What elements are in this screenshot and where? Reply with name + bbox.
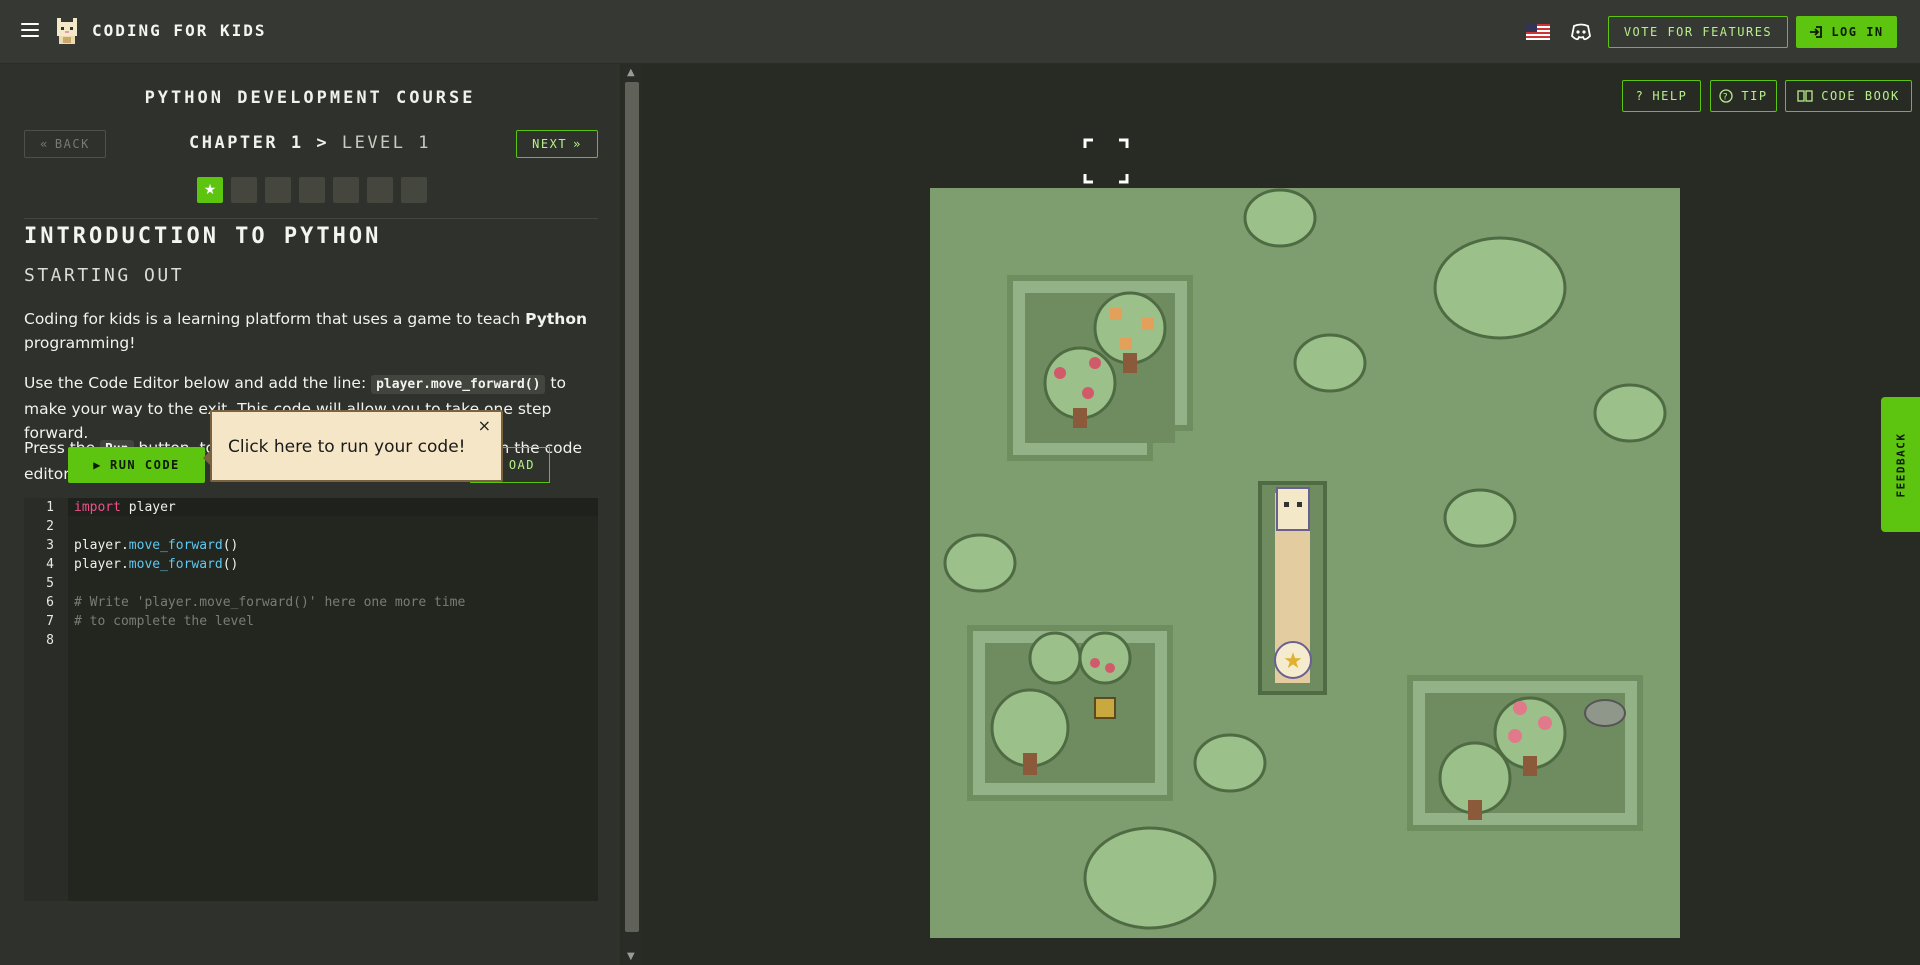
line-number: 4 <box>46 557 54 572</box>
fullscreen-icon[interactable] <box>1083 138 1129 184</box>
scroll-down-icon[interactable]: ▼ <box>627 951 635 962</box>
brand-name[interactable]: CODING FOR KIDS <box>92 21 267 40</box>
back-button[interactable]: « BACK <box>24 130 106 158</box>
code-comment[interactable]: # to complete the level <box>74 614 254 629</box>
code-book-button[interactable]: CODE BOOK <box>1785 80 1912 112</box>
line-number: 2 <box>46 519 54 534</box>
login-icon <box>1810 26 1823 38</box>
menu-icon[interactable] <box>21 23 39 37</box>
svg-text:★: ★ <box>1283 649 1303 674</box>
level-4-button[interactable] <box>299 177 325 203</box>
run-code-button[interactable]: ▶ RUN CODE <box>68 447 205 483</box>
vote-for-features-button[interactable]: VOTE FOR FEATURES <box>1608 16 1788 48</box>
vote-for-features-label: VOTE FOR FEATURES <box>1623 25 1773 39</box>
level-3-button[interactable] <box>265 177 291 203</box>
next-label: NEXT <box>532 137 568 151</box>
code-text: () <box>222 557 239 572</box>
line-number: 5 <box>46 576 54 591</box>
keyword-import: import <box>74 500 121 515</box>
double-chevron-right-icon: » <box>573 137 582 151</box>
discord-icon[interactable] <box>1570 21 1592 43</box>
code-book-label: CODE BOOK <box>1821 89 1900 103</box>
line-number: 1 <box>46 500 54 515</box>
close-icon[interactable]: × <box>478 416 491 435</box>
run-code-tooltip: Click here to run your code! × <box>203 410 503 482</box>
play-icon: ▶ <box>93 458 102 472</box>
code-comment[interactable]: # Write 'player.move_forward()' here one… <box>74 595 465 610</box>
login-button[interactable]: LOG IN <box>1796 16 1897 48</box>
inline-code-move-forward: player.move_forward() <box>371 375 546 394</box>
intro-text-end: programming! <box>24 334 136 352</box>
lesson-heading: INTRODUCTION TO PYTHON <box>24 224 382 249</box>
upload-label: OAD <box>508 458 535 472</box>
feedback-label: FEEDBACK <box>1894 432 1907 497</box>
book-icon <box>1797 90 1813 102</box>
line-number: 8 <box>46 633 54 648</box>
next-button[interactable]: NEXT » <box>516 130 598 158</box>
question-icon: ? <box>1635 89 1645 103</box>
svg-text:?: ? <box>1723 93 1729 103</box>
scrollbar-thumb[interactable] <box>625 82 639 932</box>
intro-paragraph: Coding for kids is a learning platform t… <box>24 307 604 355</box>
login-label: LOG IN <box>1831 25 1884 39</box>
top-bar: CODING FOR KIDS VOTE FOR FEATURES LOG IN <box>0 0 1920 64</box>
code-line-3[interactable]: player.move_forward() <box>74 538 238 553</box>
us-flag-icon[interactable] <box>1526 24 1550 40</box>
code-text: () <box>222 538 239 553</box>
help-label: HELP <box>1652 89 1688 103</box>
game-scene: ★ <box>930 188 1680 938</box>
level-5-button[interactable] <box>333 177 359 203</box>
breadcrumb-level: LEVEL 1 <box>341 133 431 153</box>
star-icon: ★ <box>203 182 217 198</box>
tip-button[interactable]: ? TIP <box>1710 80 1777 112</box>
breadcrumb: CHAPTER 1 > LEVEL 1 <box>150 133 470 153</box>
hedge-bottom-right <box>1407 675 1643 831</box>
panel-scrollbar[interactable]: ▲ ▼ <box>623 64 641 965</box>
tooltip-text: Click here to run your code! <box>228 437 466 457</box>
run-code-label: RUN CODE <box>109 458 180 472</box>
scroll-up-icon[interactable]: ▲ <box>627 67 635 78</box>
feedback-tab[interactable]: FEEDBACK <box>1881 397 1920 532</box>
double-chevron-left-icon: « <box>40 137 49 151</box>
code-text: player. <box>74 538 129 553</box>
help-button[interactable]: ? HELP <box>1622 80 1701 112</box>
code-text: player <box>120 500 176 515</box>
breadcrumb-chapter: CHAPTER 1 <box>188 133 304 153</box>
game-canvas[interactable]: ★ <box>930 188 1680 938</box>
divider <box>24 218 598 219</box>
chevron-right-icon: > <box>316 133 342 153</box>
line-number: 6 <box>46 595 54 610</box>
info-circle-icon: ? <box>1719 89 1734 103</box>
hedge-bottom-left <box>967 625 1173 801</box>
code-line-1[interactable]: import player <box>74 500 176 515</box>
level-2-button[interactable] <box>231 177 257 203</box>
course-title: PYTHON DEVELOPMENT COURSE <box>144 88 476 108</box>
player-cat <box>1276 487 1310 531</box>
tooltip-arrow <box>203 450 211 466</box>
line-number: 7 <box>46 614 54 629</box>
level-6-button[interactable] <box>367 177 393 203</box>
instruction-text: Use the Code Editor below and add the li… <box>24 374 372 392</box>
code-line-4[interactable]: player.move_forward() <box>74 557 238 572</box>
cat-logo-icon[interactable] <box>55 16 79 46</box>
code-function: move_forward <box>128 557 223 572</box>
lesson-subheading: STARTING OUT <box>24 265 185 286</box>
code-function: move_forward <box>128 538 223 553</box>
level-selector: ★ <box>197 177 427 203</box>
back-label: BACK <box>54 137 90 151</box>
code-editor[interactable]: 1 2 3 4 5 6 7 8 import player player.mov… <box>24 498 598 901</box>
intro-text: Coding for kids is a learning platform t… <box>24 310 526 328</box>
line-number: 3 <box>46 538 54 553</box>
tip-label: TIP <box>1741 89 1768 103</box>
level-1-button[interactable]: ★ <box>197 177 223 203</box>
code-text: player. <box>74 557 129 572</box>
level-7-button[interactable] <box>401 177 427 203</box>
goal-star: ★ <box>1274 641 1312 679</box>
python-emphasis: Python <box>525 310 588 328</box>
